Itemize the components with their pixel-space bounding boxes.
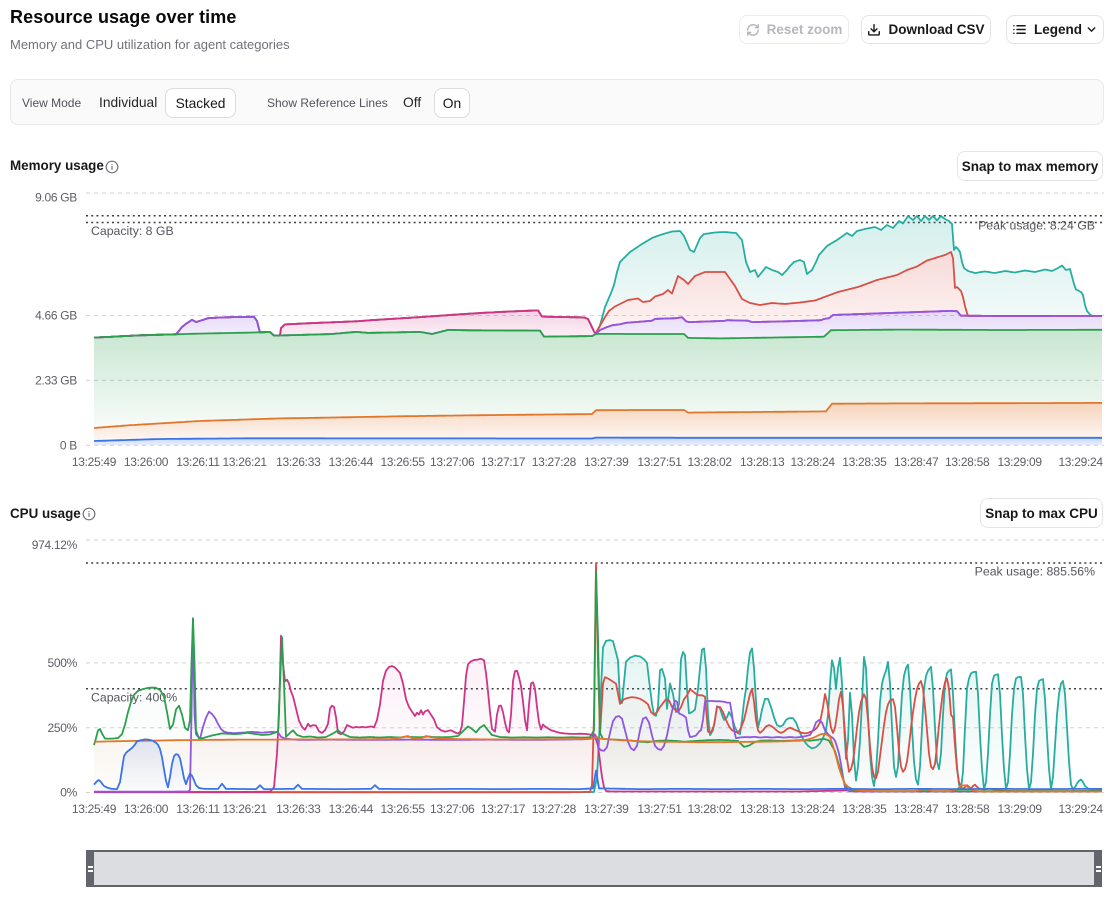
svg-text:Capacity: 8 GB: Capacity: 8 GB [91, 224, 174, 238]
svg-text:13:26:44: 13:26:44 [329, 455, 374, 469]
svg-text:974.12%: 974.12% [32, 538, 78, 552]
svg-text:2.33 GB: 2.33 GB [35, 374, 77, 388]
svg-text:13:28:13: 13:28:13 [740, 802, 785, 816]
svg-text:13:28:58: 13:28:58 [945, 802, 990, 816]
svg-text:Peak usage: 885.56%: Peak usage: 885.56% [975, 565, 1095, 579]
svg-text:9.06 GB: 9.06 GB [35, 191, 77, 205]
svg-text:13:26:00: 13:26:00 [124, 802, 169, 816]
svg-text:4.66 GB: 4.66 GB [35, 309, 77, 323]
svg-text:13:29:09: 13:29:09 [997, 455, 1042, 469]
svg-text:13:26:00: 13:26:00 [124, 455, 169, 469]
svg-text:13:25:49: 13:25:49 [72, 802, 117, 816]
svg-text:13:28:02: 13:28:02 [687, 802, 732, 816]
svg-text:13:26:21: 13:26:21 [222, 802, 267, 816]
svg-text:13:26:44: 13:26:44 [329, 802, 374, 816]
svg-text:0 B: 0 B [60, 438, 77, 452]
svg-text:250%: 250% [48, 721, 78, 735]
svg-text:13:27:51: 13:27:51 [637, 802, 682, 816]
svg-text:13:28:24: 13:28:24 [790, 802, 835, 816]
svg-text:13:26:55: 13:26:55 [380, 455, 425, 469]
svg-text:13:28:47: 13:28:47 [894, 802, 939, 816]
svg-text:500%: 500% [48, 656, 78, 670]
svg-text:13:28:58: 13:28:58 [945, 455, 990, 469]
svg-text:13:28:35: 13:28:35 [842, 802, 887, 816]
svg-text:13:27:51: 13:27:51 [637, 455, 682, 469]
svg-text:13:26:55: 13:26:55 [380, 802, 425, 816]
svg-text:13:26:21: 13:26:21 [222, 455, 267, 469]
svg-text:13:26:33: 13:26:33 [276, 802, 321, 816]
svg-text:13:26:11: 13:26:11 [176, 455, 220, 469]
svg-text:13:29:24: 13:29:24 [1058, 455, 1103, 469]
svg-text:13:27:28: 13:27:28 [532, 455, 577, 469]
svg-text:13:28:24: 13:28:24 [790, 455, 835, 469]
svg-text:13:27:39: 13:27:39 [584, 455, 629, 469]
svg-text:13:29:09: 13:29:09 [997, 802, 1042, 816]
svg-text:13:27:17: 13:27:17 [481, 802, 526, 816]
svg-text:13:27:17: 13:27:17 [481, 455, 526, 469]
svg-text:13:28:02: 13:28:02 [687, 455, 732, 469]
svg-text:13:28:13: 13:28:13 [740, 455, 785, 469]
svg-text:0%: 0% [60, 786, 77, 800]
svg-text:13:25:49: 13:25:49 [72, 455, 117, 469]
svg-text:13:27:06: 13:27:06 [430, 455, 475, 469]
svg-text:13:28:47: 13:28:47 [894, 455, 939, 469]
svg-text:13:27:39: 13:27:39 [584, 802, 629, 816]
svg-text:13:27:28: 13:27:28 [532, 802, 577, 816]
svg-text:13:27:06: 13:27:06 [430, 802, 475, 816]
svg-text:Peak usage: 8.24 GB: Peak usage: 8.24 GB [978, 218, 1095, 232]
svg-text:13:28:35: 13:28:35 [842, 455, 887, 469]
svg-text:13:26:33: 13:26:33 [276, 455, 321, 469]
svg-text:13:26:11: 13:26:11 [176, 802, 220, 816]
svg-text:13:29:24: 13:29:24 [1058, 802, 1103, 816]
